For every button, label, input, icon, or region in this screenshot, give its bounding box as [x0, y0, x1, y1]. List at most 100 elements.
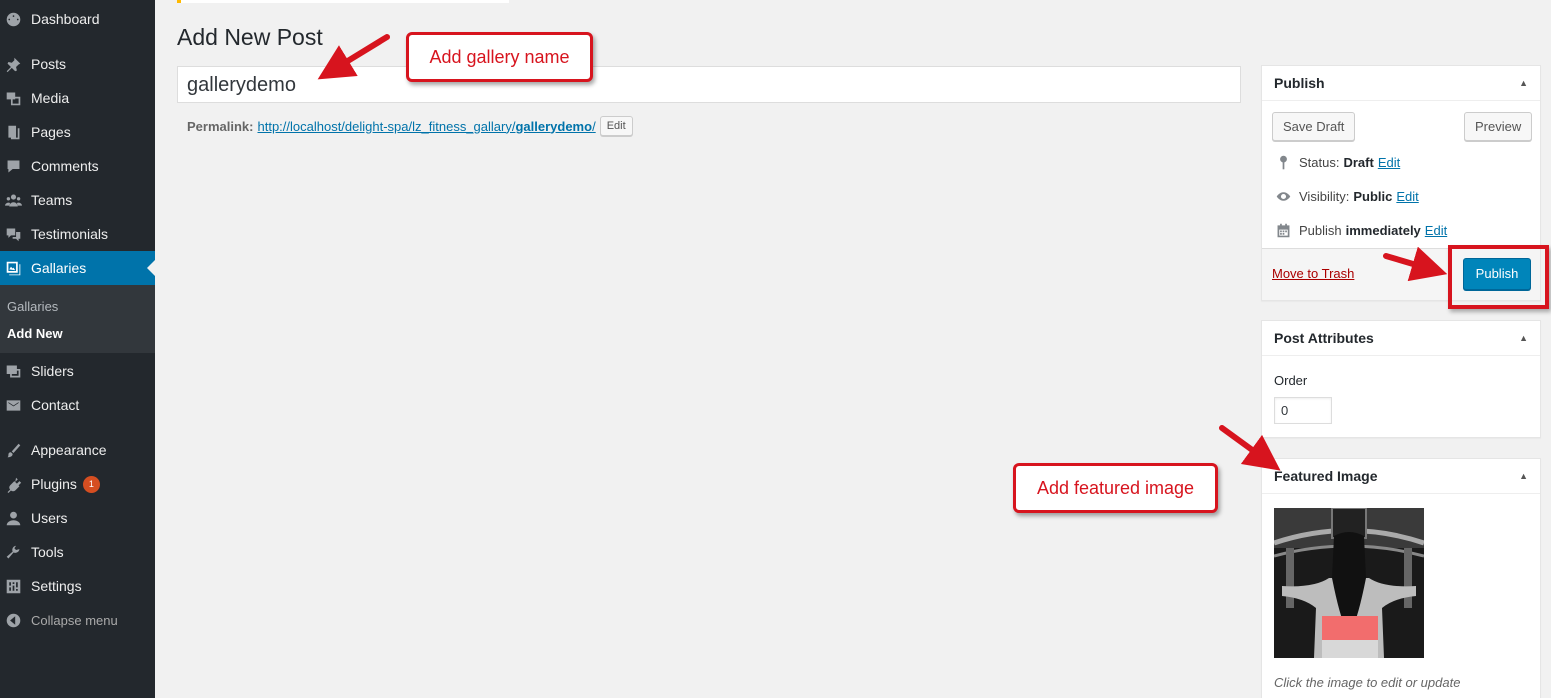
menu-comments[interactable]: Comments [0, 149, 155, 183]
schedule-row: Publish immediately Edit [1273, 221, 1447, 239]
order-input[interactable]: 0 [1274, 397, 1332, 424]
menu-testimonials[interactable]: Testimonials [0, 217, 155, 251]
plugin-icon [4, 475, 22, 493]
slides-icon [4, 362, 22, 380]
email-icon [4, 396, 22, 414]
menu-label: Media [31, 90, 70, 106]
submenu-gallaries[interactable]: Gallaries [7, 299, 58, 314]
post-title-input[interactable]: gallerydemo [177, 66, 1241, 103]
comment-icon [4, 157, 22, 175]
menu-label: Tools [31, 544, 64, 560]
status-value: Draft [1343, 154, 1374, 170]
visibility-edit-link[interactable]: Edit [1396, 189, 1418, 204]
menu-label: Testimonials [31, 226, 109, 242]
schedule-edit-link[interactable]: Edit [1425, 223, 1447, 238]
featured-image-header[interactable]: Featured Image ▲ [1262, 459, 1540, 494]
menu-teams[interactable]: Teams [0, 183, 155, 217]
menu-label: Dashboard [31, 11, 100, 27]
collapse-label: Collapse menu [31, 612, 118, 628]
calendar-icon [1273, 221, 1293, 239]
menu-label: Appearance [31, 442, 107, 458]
gallery-icon [4, 259, 22, 277]
groups-icon [4, 191, 22, 209]
menu-settings[interactable]: Settings [0, 569, 155, 603]
admin-sidebar: Dashboard Posts Media Pages Comments Tea… [0, 0, 155, 698]
gallaries-submenu: Gallaries Add New [0, 285, 155, 353]
order-label: Order [1274, 373, 1308, 388]
collapse-arrow-icon[interactable]: ▲ [1519, 333, 1528, 343]
menu-label: Plugins [31, 476, 77, 492]
menu-plugins[interactable]: Plugins 1 [0, 467, 155, 501]
edit-slug-button[interactable]: Edit [599, 116, 633, 136]
preview-button[interactable]: Preview [1464, 112, 1533, 141]
testimonial-icon [4, 225, 22, 243]
callout-add-featured-image: Add featured image [1013, 463, 1218, 513]
page-title: Add New Post [177, 24, 323, 50]
menu-label: Pages [31, 124, 71, 140]
menu-label: Users [31, 510, 68, 526]
post-attributes-header[interactable]: Post Attributes ▲ [1262, 321, 1540, 356]
move-to-trash-link[interactable]: Move to Trash [1272, 266, 1354, 281]
menu-dashboard[interactable]: Dashboard [0, 2, 155, 36]
menu-label: Teams [31, 192, 73, 208]
menu-contact[interactable]: Contact [0, 388, 155, 422]
menu-label: Posts [31, 56, 67, 72]
brush-icon [4, 441, 22, 459]
admin-notice-strip [177, 0, 509, 3]
settings-icon [4, 577, 22, 595]
status-edit-link[interactable]: Edit [1378, 155, 1400, 170]
publish-box-title: Publish [1274, 75, 1325, 91]
status-row: Status: Draft Edit [1273, 153, 1400, 171]
permalink-row: Permalink: http://localhost/delight-spa/… [187, 116, 633, 136]
featured-image-thumbnail[interactable] [1274, 508, 1424, 658]
wrench-icon [4, 543, 22, 561]
save-draft-button[interactable]: Save Draft [1272, 112, 1356, 141]
media-icon [4, 89, 22, 107]
menu-label: Gallaries [31, 260, 87, 276]
menu-users[interactable]: Users [0, 501, 155, 535]
update-count-badge: 1 [82, 475, 100, 493]
user-icon [4, 509, 22, 527]
permalink-base: http://localhost/delight-spa/lz_fitness_… [257, 118, 516, 134]
visibility-value: Public [1353, 188, 1393, 204]
arrow-to-featured [1219, 425, 1281, 471]
collapse-icon [4, 611, 22, 629]
permalink-link[interactable]: http://localhost/delight-spa/lz_fitness_… [257, 119, 595, 134]
pin-icon [4, 55, 22, 73]
menu-gallaries[interactable]: Gallaries [0, 251, 155, 285]
submenu-add-new[interactable]: Add New [7, 326, 63, 341]
featured-image-box: Featured Image ▲ Click the image to edit… [1261, 458, 1541, 698]
featured-image-hint: Click the image to edit or update [1274, 675, 1461, 690]
pin-icon [1273, 153, 1293, 171]
collapse-arrow-icon[interactable]: ▲ [1519, 78, 1528, 88]
permalink-label: Permalink: [187, 118, 254, 134]
menu-label: Sliders [31, 363, 74, 379]
schedule-value: immediately [1345, 222, 1421, 238]
schedule-label: Publish [1299, 222, 1342, 238]
collapse-menu[interactable]: Collapse menu [0, 603, 155, 637]
menu-media[interactable]: Media [0, 81, 155, 115]
menu-pages[interactable]: Pages [0, 115, 155, 149]
visibility-label: Visibility: [1299, 188, 1350, 204]
collapse-arrow-icon[interactable]: ▲ [1519, 471, 1528, 481]
menu-label: Contact [31, 397, 80, 413]
menu-tools[interactable]: Tools [0, 535, 155, 569]
menu-posts[interactable]: Posts [0, 47, 155, 81]
menu-label: Settings [31, 578, 82, 594]
publish-box-header[interactable]: Publish ▲ [1262, 66, 1540, 101]
pages-icon [4, 123, 22, 141]
permalink-slug: gallerydemo [515, 118, 593, 134]
eye-icon [1273, 187, 1293, 205]
menu-sliders[interactable]: Sliders [0, 354, 155, 388]
post-attributes-box: Post Attributes ▲ Order 0 [1261, 320, 1541, 438]
menu-label: Comments [31, 158, 99, 174]
status-label: Status: [1299, 154, 1340, 170]
dashboard-icon [4, 10, 22, 28]
post-attributes-title: Post Attributes [1274, 330, 1374, 346]
featured-image-title: Featured Image [1274, 468, 1378, 484]
publish-highlight-box [1448, 245, 1549, 309]
callout-add-gallery-name: Add gallery name [406, 32, 593, 82]
menu-appearance[interactable]: Appearance [0, 433, 155, 467]
permalink-end: / [592, 118, 596, 134]
visibility-row: Visibility: Public Edit [1273, 187, 1419, 205]
